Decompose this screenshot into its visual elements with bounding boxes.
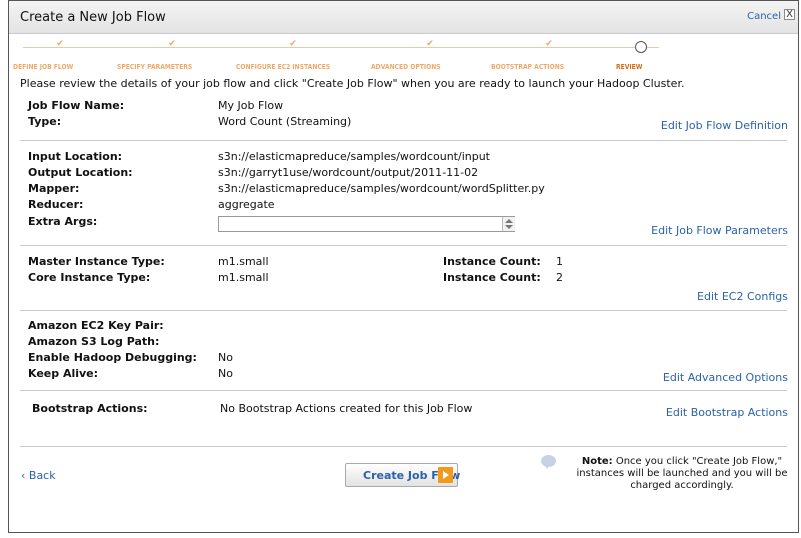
bootstrap-actions-value: No Bootstrap Actions created for this Jo… (220, 402, 473, 415)
hadoop-debugging-value: No (218, 351, 233, 364)
step-configure-ec2-instances[interactable]: CONFIGURE EC2 INSTANCES (236, 63, 330, 71)
check-icon: ✔ (289, 39, 297, 49)
close-icon[interactable]: X (784, 9, 795, 20)
section-divider (20, 140, 787, 141)
back-link[interactable]: ‹ Back (21, 469, 56, 482)
section-divider (20, 310, 787, 311)
core-instance-count-label: Instance Count: (443, 271, 541, 284)
core-instance-type-value: m1.small (218, 271, 269, 284)
extra-args-input[interactable] (218, 216, 515, 232)
circle-icon (635, 41, 647, 53)
dialog-titlebar: Create a New Job Flow Cancel X (9, 1, 798, 34)
check-icon: ✔ (545, 39, 553, 49)
edit-advanced-options-link[interactable]: Edit Advanced Options (663, 371, 788, 384)
wizard-progress-line-end (647, 47, 659, 48)
job-flow-type-label: Type: (28, 115, 62, 128)
speech-bubble-icon (541, 455, 556, 469)
edit-job-flow-parameters-link[interactable]: Edit Job Flow Parameters (651, 224, 788, 237)
job-flow-name-value: My Job Flow (218, 99, 284, 112)
bootstrap-actions-label: Bootstrap Actions: (32, 402, 148, 415)
keep-alive-label: Keep Alive: (28, 367, 99, 380)
spinner-icon[interactable] (502, 217, 515, 231)
edit-job-flow-definition-link[interactable]: Edit Job Flow Definition (661, 119, 788, 132)
step-define-job-flow[interactable]: DEFINE JOB FLOW (13, 63, 73, 71)
check-icon: ✔ (168, 39, 176, 49)
launch-note: Note: Once you click "Create Job Flow," … (566, 456, 798, 492)
step-review: REVIEW (616, 63, 643, 71)
step-specify-parameters[interactable]: SPECIFY PARAMETERS (117, 63, 192, 71)
s3-log-path-label: Amazon S3 Log Path: (28, 335, 160, 348)
spinner-down-icon[interactable] (505, 225, 513, 229)
ec2-key-pair-label: Amazon EC2 Key Pair: (28, 319, 164, 332)
edit-ec2-configs-link[interactable]: Edit EC2 Configs (697, 290, 788, 303)
reducer-value: aggregate (218, 198, 275, 211)
step-advanced-options[interactable]: ADVANCED OPTIONS (371, 63, 441, 71)
create-job-flow-dialog: Create a New Job Flow Cancel X ✔ ✔ ✔ ✔ ✔… (8, 0, 799, 533)
keep-alive-value: No (218, 367, 233, 380)
step-bootstrap-actions[interactable]: BOOTSTRAP ACTIONS (491, 63, 564, 71)
master-instance-type-value: m1.small (218, 255, 269, 268)
section-divider (20, 390, 787, 391)
check-icon: ✔ (56, 39, 64, 49)
note-title: Note: (581, 456, 613, 467)
create-job-flow-button[interactable]: Create Job Flow (345, 463, 460, 487)
dialog-title: Create a New Job Flow (20, 10, 166, 25)
intro-text: Please review the details of your job fl… (20, 77, 685, 90)
cancel-link[interactable]: Cancel (747, 11, 781, 22)
output-location-label: Output Location: (28, 166, 133, 179)
job-flow-type-value: Word Count (Streaming) (218, 115, 352, 128)
spinner-up-icon[interactable] (505, 219, 513, 223)
extra-args-label: Extra Args: (28, 215, 98, 228)
arrow-right-icon (438, 467, 453, 483)
reducer-label: Reducer: (28, 198, 84, 211)
job-flow-name-label: Job Flow Name: (28, 99, 125, 112)
mapper-value: s3n://elasticmapreduce/samples/wordcount… (218, 182, 545, 195)
output-location-value: s3n://garryt1use/wordcount/output/2011-1… (218, 166, 479, 179)
section-divider (20, 245, 787, 246)
check-icon: ✔ (426, 39, 434, 49)
input-location-value: s3n://elasticmapreduce/samples/wordcount… (218, 150, 490, 163)
core-instance-type-label: Core Instance Type: (28, 271, 151, 284)
mapper-label: Mapper: (28, 182, 80, 195)
core-instance-count-value: 2 (556, 271, 563, 284)
master-instance-type-label: Master Instance Type: (28, 255, 165, 268)
master-instance-count-value: 1 (556, 255, 563, 268)
edit-bootstrap-actions-link[interactable]: Edit Bootstrap Actions (666, 406, 788, 419)
hadoop-debugging-label: Enable Hadoop Debugging: (28, 351, 197, 364)
master-instance-count-label: Instance Count: (443, 255, 541, 268)
input-location-label: Input Location: (28, 150, 123, 163)
section-divider (20, 446, 787, 447)
wizard-progress: ✔ ✔ ✔ ✔ ✔ DEFINE JOB FLOW SPECIFY PARAME… (9, 34, 800, 74)
